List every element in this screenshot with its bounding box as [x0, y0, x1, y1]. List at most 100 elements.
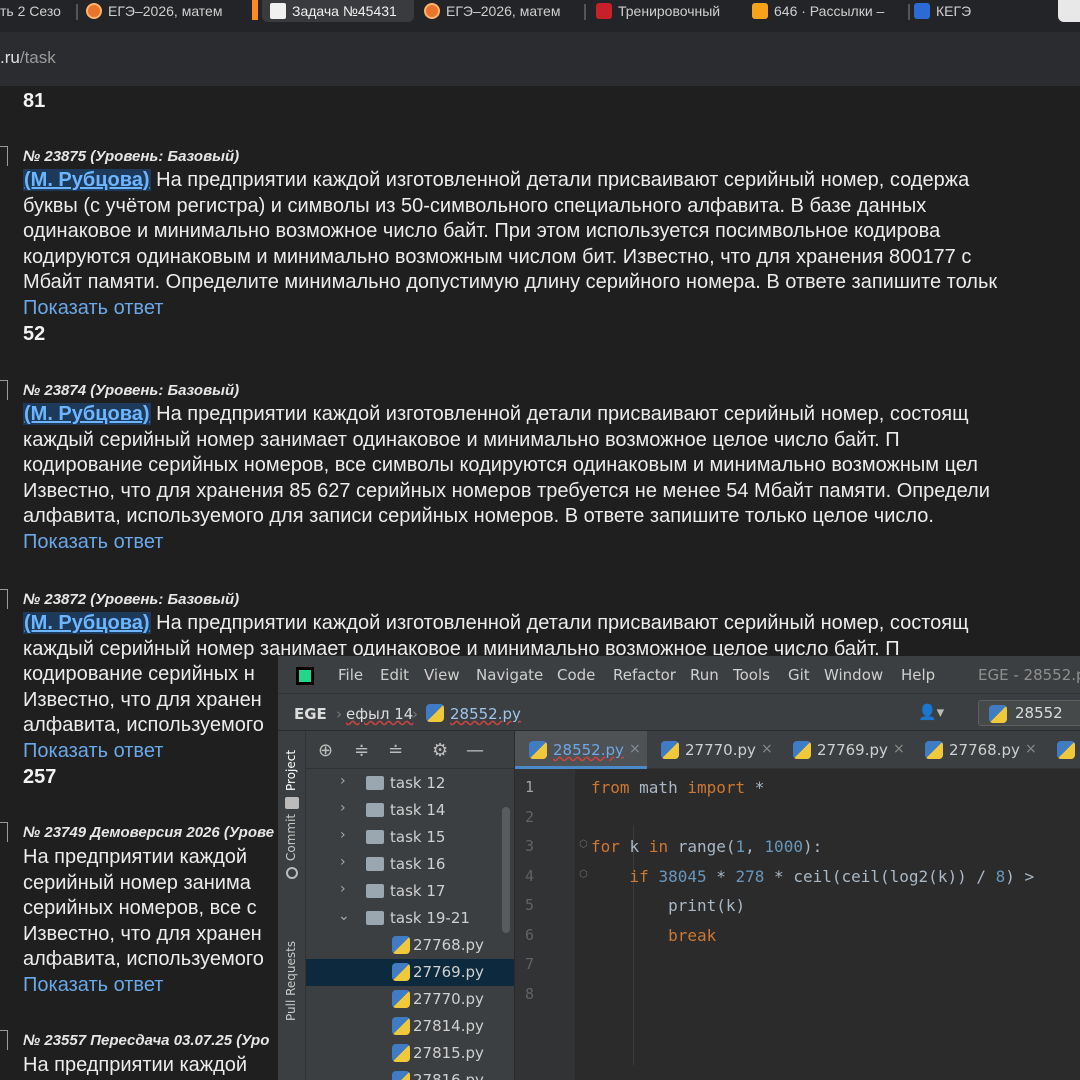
problem-line: Мбайт памяти. Определите минимально допу… — [23, 271, 998, 293]
code-line-4[interactable]: if 38045 * 278 * ceil(ceil(log2(k)) / 8)… — [591, 867, 1035, 886]
editor-tab-active[interactable]: 28552.py × — [515, 731, 647, 769]
folder-icon — [285, 797, 299, 809]
window-control-button[interactable] — [1058, 0, 1080, 22]
menu-file[interactable]: File — [338, 666, 363, 684]
problem-line: На предприятии каждой изготовленной дета… — [156, 403, 969, 425]
pycharm-logo-icon — [296, 667, 314, 685]
editor-tab-overflow[interactable] — [1043, 731, 1080, 769]
ide-menu-bar: File Edit View Navigate Code Refactor Ru… — [278, 657, 1080, 693]
menu-code[interactable]: Code — [557, 666, 595, 684]
tree-file[interactable]: 27770.py — [306, 986, 514, 1013]
fold-marker-icon[interactable]: ⬡ — [579, 869, 588, 880]
python-file-icon — [793, 741, 811, 759]
menu-window[interactable]: Window — [824, 666, 883, 684]
tree-label: 27816.py — [413, 1071, 484, 1080]
browser-tab[interactable]: ЕГЭ–2026, матем — [424, 0, 578, 22]
editor-tab[interactable]: 27770.py × — [647, 731, 779, 769]
tree-folder[interactable]: › task 15 — [306, 824, 514, 851]
reshu-ege-icon — [86, 3, 102, 19]
browser-tab[interactable]: КЕГЭ — [914, 0, 984, 22]
run-configuration-select[interactable]: 28552 — [978, 700, 1080, 726]
browser-tab[interactable]: 646 · Рассылки – — [752, 0, 902, 22]
browser-tab[interactable]: ЕГЭ–2026, матем — [86, 0, 234, 22]
menu-refactor[interactable]: Refactor — [613, 666, 676, 684]
browser-tab-label: ть 2 Сезо — [0, 3, 61, 19]
tree-file[interactable]: 27814.py — [306, 1013, 514, 1040]
tree-folder[interactable]: › task 12 — [306, 770, 514, 797]
close-icon[interactable]: × — [629, 741, 641, 757]
show-answer-link[interactable]: Показать ответ — [23, 740, 163, 763]
code-editor[interactable]: 28552.py × 27770.py × 27769.py × 27768.p… — [515, 731, 1080, 1080]
fold-marker-icon[interactable]: ⬡ — [579, 839, 588, 850]
menu-navigate[interactable]: Navigate — [476, 666, 543, 684]
browser-tab-active[interactable]: Задача №45431 — [262, 0, 414, 22]
close-icon[interactable]: × — [761, 741, 773, 757]
problem-line: одинаковое и минимально возможное число … — [23, 220, 941, 242]
tree-file[interactable]: 27816.py — [306, 1067, 514, 1080]
tree-label: 27768.py — [413, 936, 484, 954]
problem-text: (М. Рубцова) На предприятии каждой изгот… — [23, 168, 1080, 296]
tree-folder[interactable]: › task 16 — [306, 851, 514, 878]
tree-folder[interactable]: › task 14 — [306, 797, 514, 824]
browser-tab[interactable]: Тренировочный — [596, 0, 742, 22]
editor-tab-label: 27769.py — [817, 741, 888, 759]
browser-tab[interactable]: ть 2 Сезо — [0, 0, 72, 22]
tree-folder[interactable]: › task 17 — [306, 878, 514, 905]
problem-line: буквы (с учётом регистра) и символы из 5… — [23, 194, 927, 217]
author-link[interactable]: (М. Рубцова) — [23, 169, 151, 191]
show-answer-link[interactable]: Показать ответ — [23, 974, 163, 997]
code-line-1[interactable]: from math import * — [591, 778, 764, 797]
show-answer-link[interactable]: Показать ответ — [23, 531, 163, 554]
problem-text: (М. Рубцова) На предприятии каждой изгот… — [23, 402, 1080, 530]
author-link[interactable]: (М. Рубцова) — [23, 403, 151, 425]
menu-edit[interactable]: Edit — [380, 666, 409, 684]
breadcrumb-folder[interactable]: ефыл 14 — [346, 705, 413, 723]
editor-tab[interactable]: 27769.py × — [779, 731, 911, 769]
editor-tab-bar: 28552.py × 27770.py × 27769.py × 27768.p… — [515, 731, 1080, 769]
tree-file-selected[interactable]: 27769.py — [306, 959, 514, 986]
breadcrumb-project[interactable]: EGE — [294, 705, 327, 723]
tree-label: task 17 — [390, 882, 446, 900]
menu-run[interactable]: Run — [690, 666, 719, 684]
tree-file[interactable]: 27768.py — [306, 932, 514, 959]
menu-git[interactable]: Git — [788, 666, 810, 684]
browser-tab-label: ЕГЭ–2026, матем — [108, 3, 223, 19]
menu-tools[interactable]: Tools — [733, 666, 770, 684]
ide-window-title: EGE - 28552.py — [978, 666, 1080, 684]
address-bar[interactable]: .ru/task — [0, 32, 1080, 86]
url-domain: .ru — [0, 48, 20, 67]
folder-icon — [366, 803, 384, 817]
collapse-all-icon[interactable]: ≐ — [388, 740, 403, 761]
breadcrumb-file[interactable]: 28552.py — [450, 705, 521, 723]
menu-view[interactable]: View — [424, 666, 460, 684]
code-line-3[interactable]: for k in range(1, 1000): — [591, 837, 822, 856]
expand-all-icon[interactable]: ≑ — [354, 740, 369, 761]
menu-help[interactable]: Help — [901, 666, 935, 684]
tree-scrollbar[interactable] — [502, 807, 510, 933]
editor-tab[interactable]: 27768.py × — [911, 731, 1043, 769]
url-text[interactable]: .ru/task — [0, 48, 56, 68]
chevron-down-icon: ⌄ — [338, 908, 350, 924]
tree-folder-expanded[interactable]: ⌄ task 19-21 — [306, 905, 514, 932]
gear-icon[interactable]: ⚙ — [432, 740, 448, 761]
minimize-icon[interactable]: — — [466, 740, 484, 761]
project-toolbar: ⊕ ≑ ≐ ⚙ — — [306, 731, 514, 769]
author-link[interactable]: (М. Рубцова) — [23, 612, 151, 634]
tree-file[interactable]: 27815.py — [306, 1040, 514, 1067]
line-number: 6 — [525, 926, 535, 944]
project-tool-tab[interactable]: Project — [284, 750, 298, 791]
close-icon[interactable]: × — [1025, 741, 1037, 757]
code-line-5[interactable]: print(k) — [591, 896, 745, 915]
pycharm-window[interactable]: File Edit View Navigate Code Refactor Ru… — [278, 656, 1080, 1080]
python-file-icon — [529, 741, 547, 759]
commit-tool-tab[interactable]: Commit — [284, 814, 298, 861]
close-icon[interactable]: × — [893, 741, 905, 757]
blue-logo-icon — [914, 3, 930, 19]
locate-icon[interactable]: ⊕ — [318, 740, 333, 761]
code-line-6[interactable]: break — [591, 926, 716, 945]
show-answer-link[interactable]: Показать ответ — [23, 297, 163, 320]
problem-line: Известно, что для хранения 85 627 серийн… — [23, 479, 990, 502]
browser-tab-label: ЕГЭ–2026, матем — [446, 3, 561, 19]
user-icon[interactable]: 👤▾ — [918, 703, 944, 721]
pull-requests-tool-tab[interactable]: Pull Requests — [284, 941, 298, 1021]
